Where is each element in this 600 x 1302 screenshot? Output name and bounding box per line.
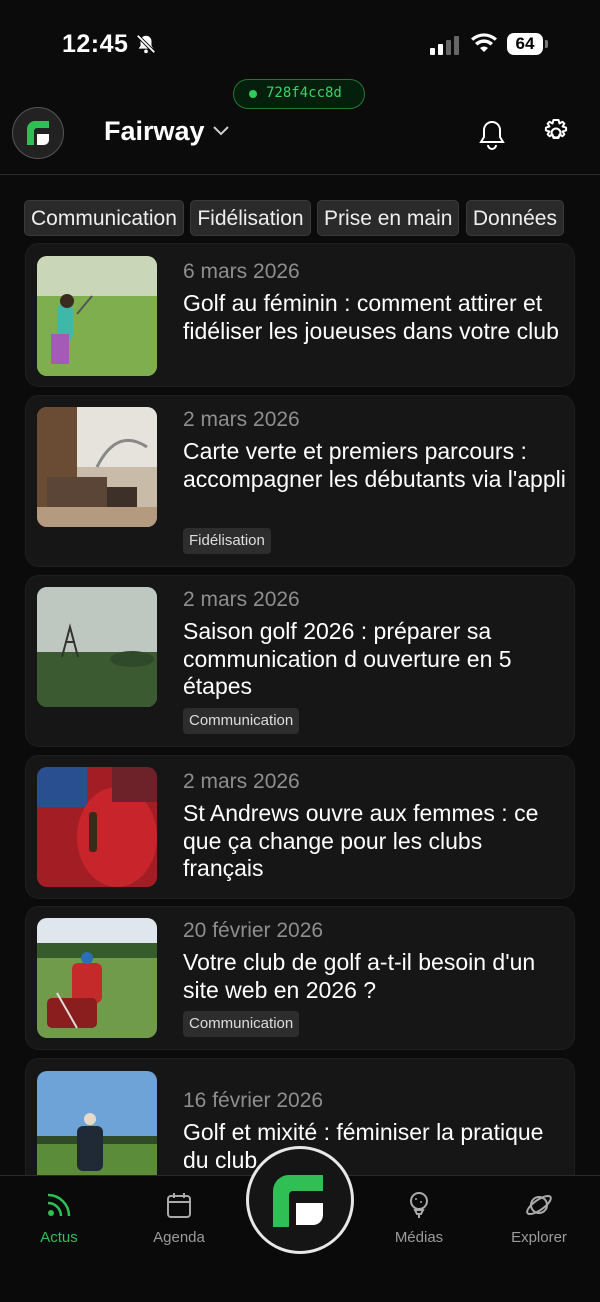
chip-fidelisation[interactable]: Fidélisation [190,200,311,236]
calendar-icon [164,1193,194,1224]
battery-icon: 64 [507,33,543,55]
article-category-tag: Communication [183,1011,300,1037]
chip-donnees[interactable]: Données [465,200,564,236]
notifications-icon[interactable] [477,118,507,155]
wifi-icon [470,32,498,59]
tab-label: Médias [394,1229,444,1246]
club-name[interactable]: Fairway [104,116,205,147]
tab-explorer[interactable]: Explorer [489,1190,589,1246]
article-card[interactable]: 6 mars 2026 Golf au féminin : comment at… [25,243,575,387]
home-app-button[interactable] [246,1146,354,1254]
chevron-down-icon[interactable] [212,124,230,143]
commit-hash: 728f4cc8d [266,85,342,101]
tab-label: Actus [40,1229,78,1246]
rss-icon [44,1193,74,1224]
article-title: Golf au féminin : comment attirer et fid… [183,290,559,344]
club-logo[interactable] [12,107,64,159]
article-date: 6 mars 2026 [183,260,300,283]
article-thumbnail [37,767,157,887]
chip-prise-en-main[interactable]: Prise en main [317,200,460,236]
article-date: 2 mars 2026 [183,770,300,793]
status-dot [249,90,257,98]
chip-communication[interactable]: Communication [24,200,184,236]
article-thumbnail [37,407,157,527]
article-card[interactable]: 2 mars 2026 Saison golf 2026 : préparer … [25,575,575,747]
article-card[interactable]: 2 mars 2026 Carte verte et premiers parc… [25,395,575,567]
tab-label: Explorer [511,1229,567,1246]
header-divider [0,174,600,175]
golf-tee-icon [404,1192,434,1224]
clock: 12:45 [62,30,129,58]
article-date: 16 février 2026 [183,1089,324,1112]
tab-label: Agenda [153,1229,205,1246]
article-title: Saison golf 2026 : préparer sa communica… [183,618,512,699]
silent-mode-icon [135,33,157,60]
tab-actus[interactable]: Actus [9,1190,109,1246]
article-title: Carte verte et premiers parcours : accom… [183,438,566,492]
article-title: Golf et mixité : féminiser la pratique d… [183,1119,544,1173]
article-date: 20 février 2026 [183,919,324,942]
tab-medias[interactable]: Médias [369,1190,469,1246]
tab-agenda[interactable]: Agenda [129,1190,229,1246]
cellular-signal-icon [430,35,462,60]
category-filter-bar: Communication Fidélisation Prise en main… [24,200,600,236]
article-thumbnail [37,587,157,707]
commit-badge: 728f4cc8d [233,79,365,109]
article-title: St Andrews ouvre aux femmes : ce que ça … [183,800,539,881]
article-thumbnail [37,256,157,376]
article-category-tag: Fidélisation [183,528,271,554]
article-title: Votre club de golf a-t-il besoin d'un si… [183,949,536,1003]
article-thumbnail [37,918,157,1038]
status-bar: 12:45 64 [0,0,600,90]
article-thumbnail [37,1071,157,1191]
article-card[interactable]: 20 février 2026 Votre club de golf a-t-i… [25,906,575,1050]
article-date: 2 mars 2026 [183,408,300,431]
article-date: 2 mars 2026 [183,588,300,611]
settings-icon[interactable] [540,117,572,154]
planet-icon [524,1194,554,1224]
article-card[interactable]: 2 mars 2026 St Andrews ouvre aux femmes … [25,755,575,899]
article-category-tag: Communication [183,708,300,734]
battery-tip [545,40,548,48]
